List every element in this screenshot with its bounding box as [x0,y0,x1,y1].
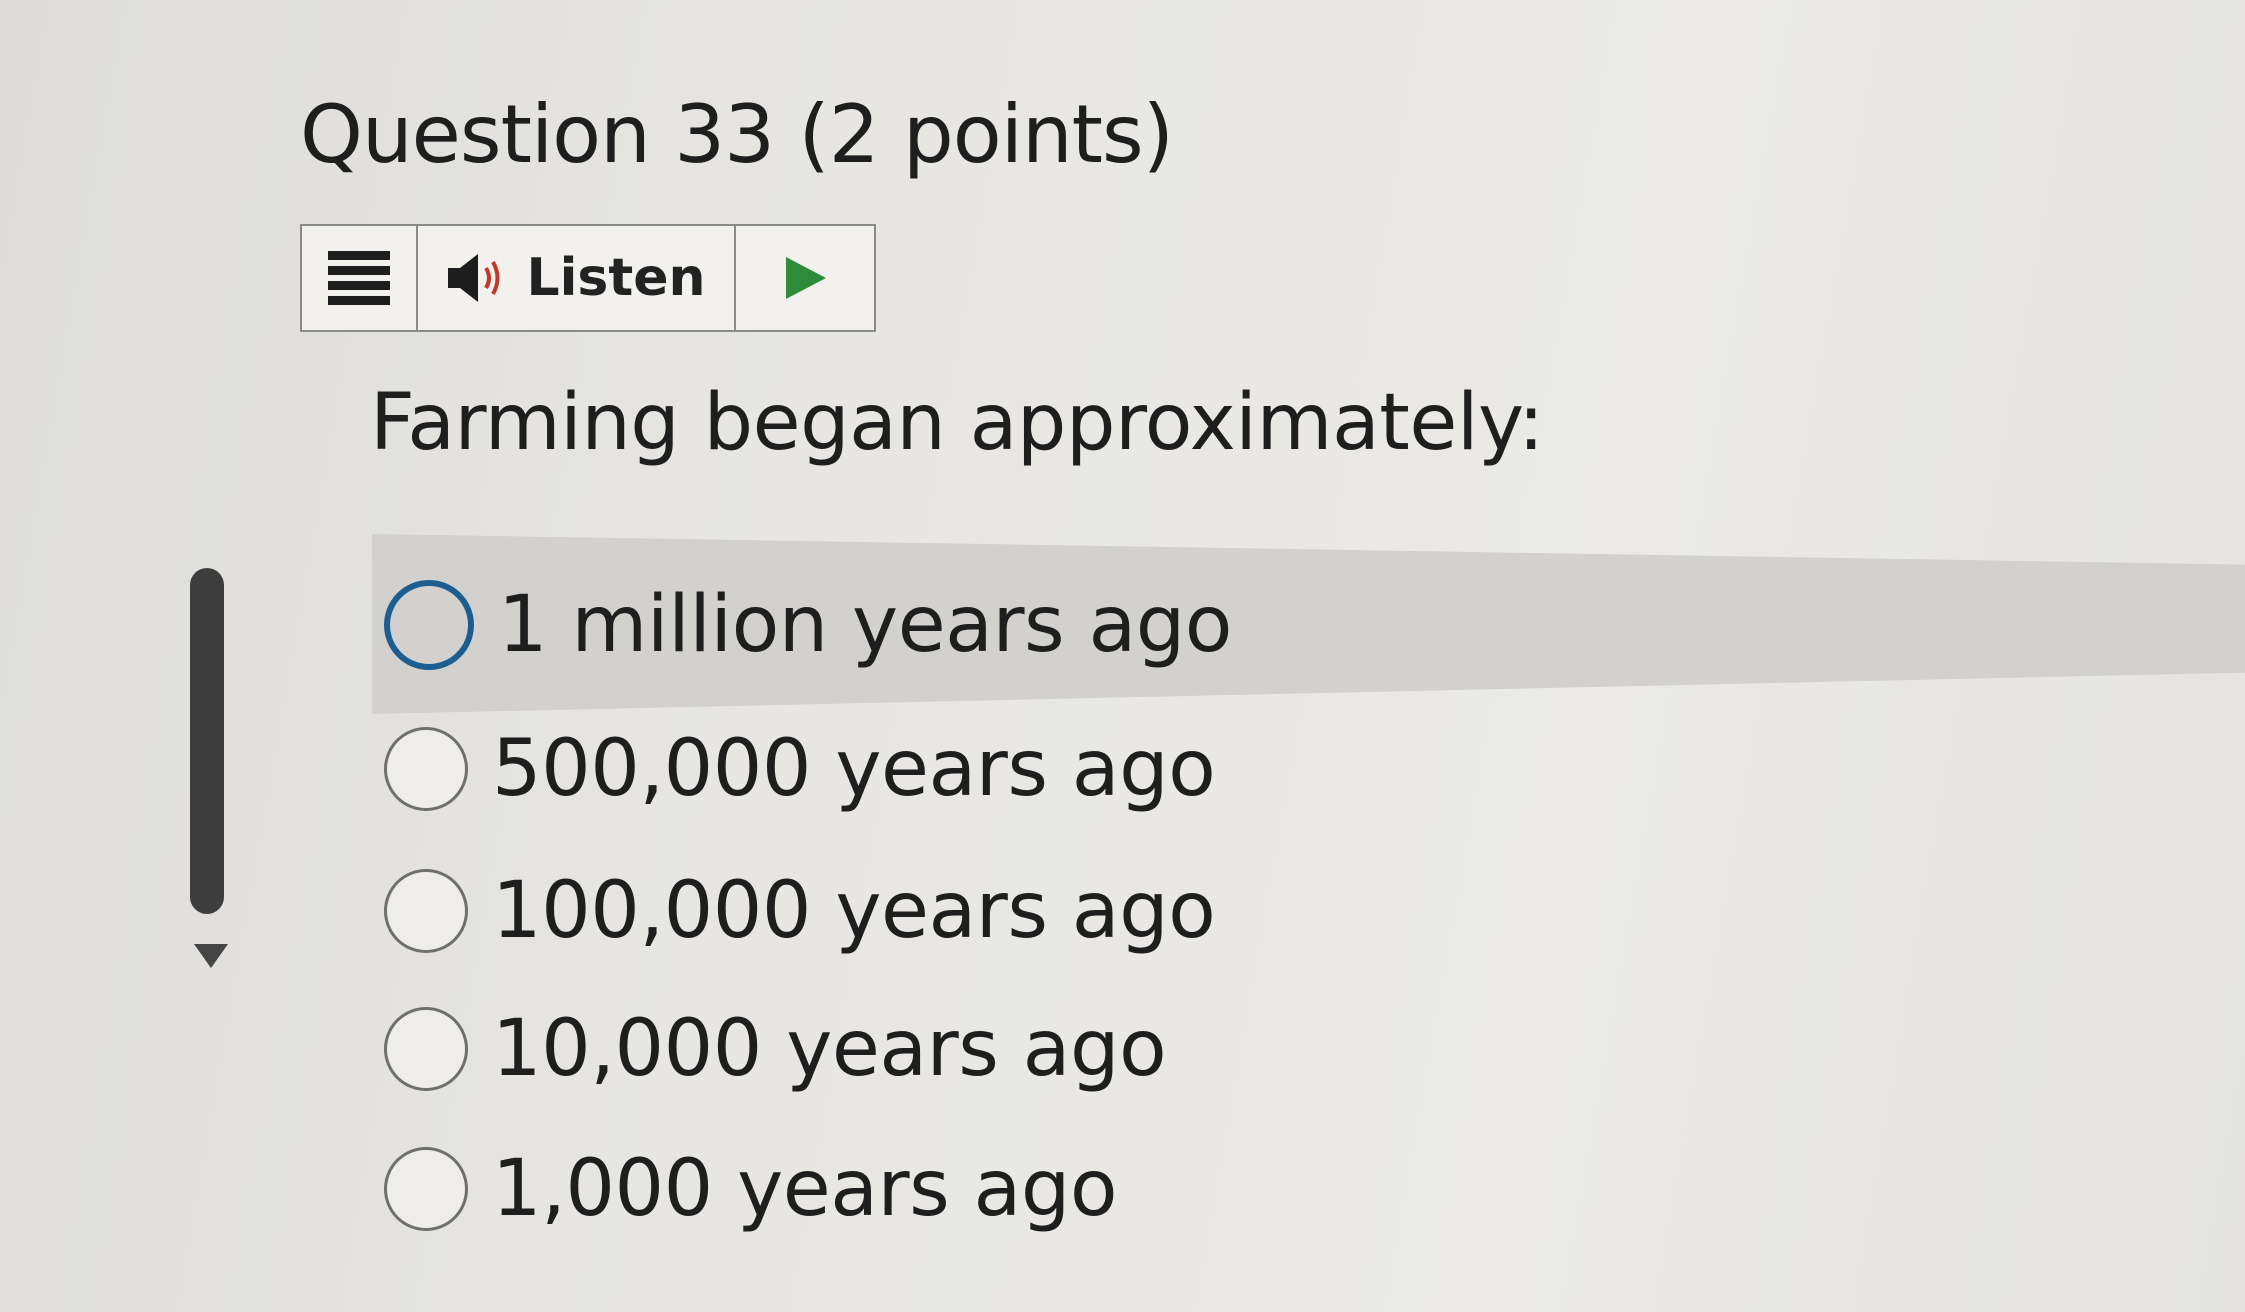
answer-option-label: 1 million years ago [498,580,1233,670]
answer-option-5[interactable]: 1,000 years ago [384,1144,1118,1234]
radio-button[interactable] [384,869,468,953]
radio-button[interactable] [384,1007,468,1091]
answer-option-label: 100,000 years ago [492,866,1216,956]
answer-option-label: 500,000 years ago [492,724,1216,814]
answer-option-2[interactable]: 500,000 years ago [384,724,1216,814]
answer-option-1[interactable]: 1 million years ago [384,580,1233,670]
answer-option-label: 1,000 years ago [492,1144,1118,1234]
answer-option-4[interactable]: 10,000 years ago [384,1004,1167,1094]
radio-button[interactable] [384,580,474,670]
answer-option-3[interactable]: 100,000 years ago [384,866,1216,956]
answer-options: 1 million years ago 500,000 years ago 10… [0,0,2245,1312]
radio-button[interactable] [384,1147,468,1231]
radio-button[interactable] [384,727,468,811]
answer-option-label: 10,000 years ago [492,1004,1167,1094]
